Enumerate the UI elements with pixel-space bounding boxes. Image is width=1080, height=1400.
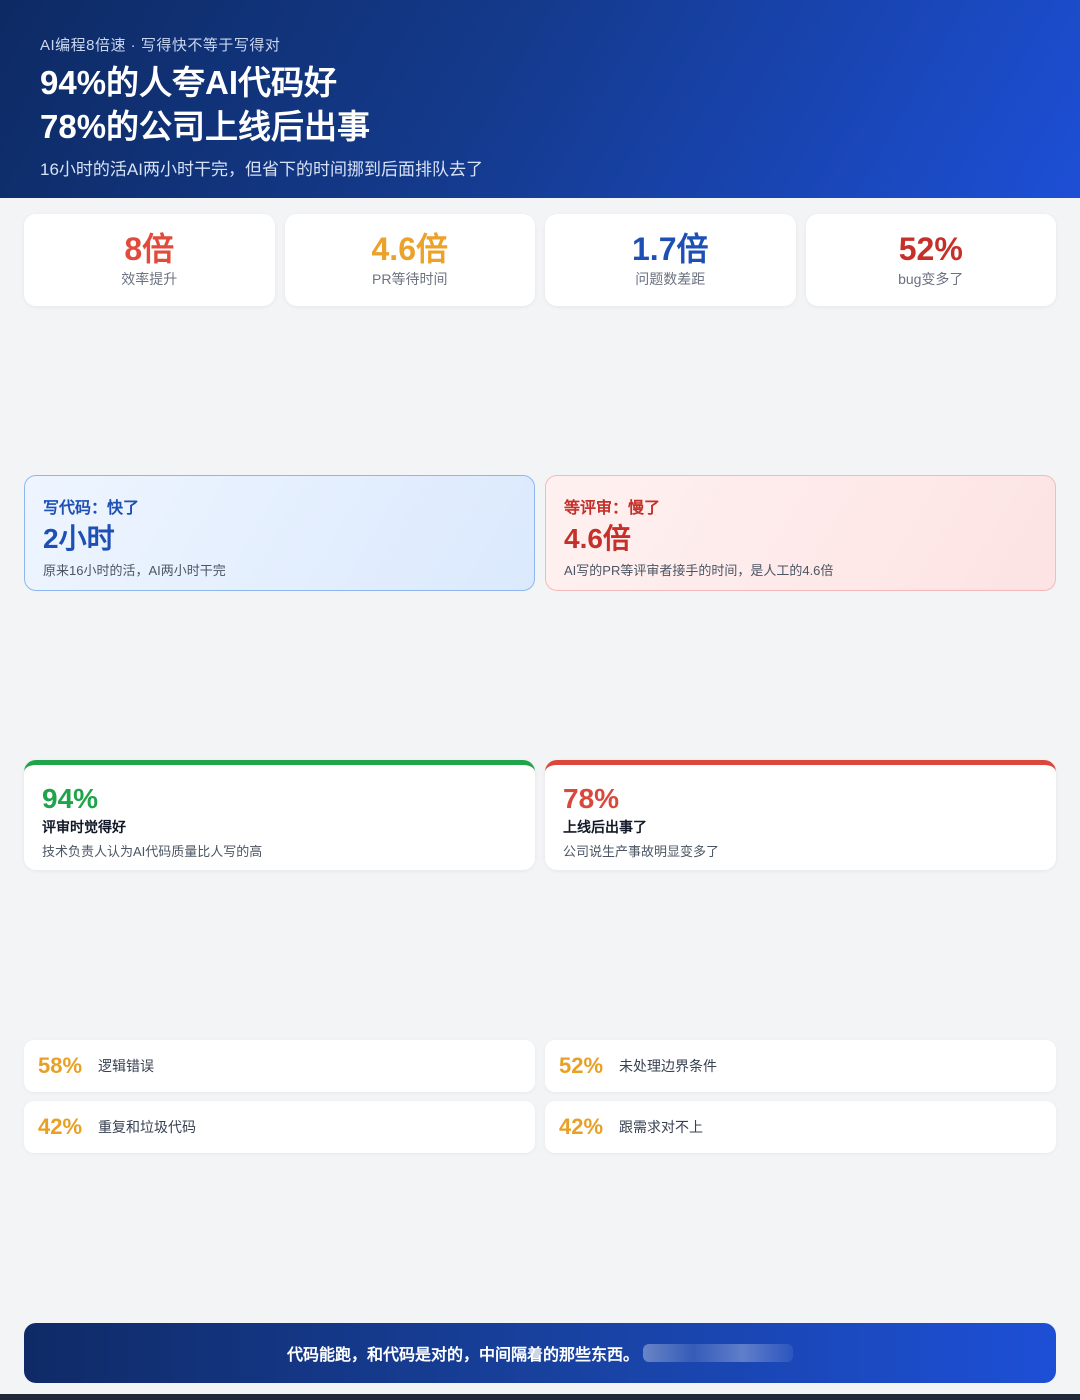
issue-percent: 58% — [38, 1053, 83, 1078]
header-kicker: AI编程8倍速 · 写得快不等于写得对 — [40, 37, 281, 54]
card-heading: 上线后出事了 — [563, 819, 647, 835]
speed-comparison: 写代码：快了 2小时 原来16小时的活，AI两小时干完 等评审：慢了 4.6倍 … — [24, 475, 1056, 591]
issue-label: 重复和垃圾代码 — [98, 1119, 196, 1135]
stat-card-pr-wait: 4.6倍 PR等待时间 — [284, 214, 535, 306]
card-heading: 等评审：慢了 — [564, 500, 661, 517]
stat-value: 52% — [898, 231, 963, 267]
stat-label: 效率提升 — [121, 271, 178, 287]
issue-percent: 42% — [559, 1114, 604, 1139]
stat-value: 4.6倍 — [371, 231, 449, 267]
issue-list: 58% 逻辑错误 52% 未处理边界条件 42% 重复和垃圾代码 42% 跟需求… — [24, 1040, 1056, 1153]
stat-card-efficiency: 8倍 效率提升 — [24, 214, 275, 306]
stat-label: bug变多了 — [898, 271, 964, 287]
header-banner: AI编程8倍速 · 写得快不等于写得对 94%的人夸AI代码好 78%的公司上线… — [0, 0, 1080, 198]
header-subtitle: 16小时的活AI两小时干完，但省下的时间挪到后面排队去了 — [40, 160, 483, 179]
list-item: 42% 重复和垃圾代码 — [24, 1101, 535, 1153]
stat-cards: 8倍 效率提升 4.6倍 PR等待时间 1.7倍 问题数差距 52% bug变多… — [24, 214, 1056, 306]
card-value: 94% — [42, 783, 99, 814]
card-description: AI写的PR等评审者接手的时间，是人工的4.6倍 — [564, 563, 834, 578]
list-item: 42% 跟需求对不上 — [545, 1101, 1056, 1153]
fast-coding-card: 写代码：快了 2小时 原来16小时的活，AI两小时干完 — [24, 475, 535, 591]
title-line-1: 94%的人夸AI代码好 — [40, 64, 338, 101]
card-value: 78% — [563, 783, 620, 814]
issue-label: 逻辑错误 — [98, 1058, 154, 1074]
slow-review-card: 等评审：慢了 4.6倍 AI写的PR等评审者接手的时间，是人工的4.6倍 — [545, 475, 1056, 591]
issue-label: 未处理边界条件 — [619, 1058, 717, 1074]
footer-banner: 代码能跑，和代码是对的，中间隔着的那些东西。 — [24, 1323, 1056, 1383]
card-value: 2小时 — [43, 523, 115, 554]
card-description: 公司说生产事故明显变多了 — [563, 844, 720, 859]
card-heading: 写代码：快了 — [43, 500, 140, 517]
issue-percent: 42% — [38, 1114, 83, 1139]
list-item: 52% 未处理边界条件 — [545, 1040, 1056, 1092]
stat-label: PR等待时间 — [372, 271, 448, 287]
card-value: 4.6倍 — [564, 523, 631, 554]
issue-percent: 52% — [559, 1053, 604, 1078]
stat-value: 8倍 — [124, 231, 175, 267]
stat-label: 问题数差距 — [635, 271, 706, 287]
issue-label: 跟需求对不上 — [619, 1119, 703, 1135]
production-incident-card: 78% 上线后出事了 公司说生产事故明显变多了 — [545, 760, 1056, 870]
bottom-divider — [0, 1394, 1080, 1400]
card-description: 原来16小时的活，AI两小时干完 — [43, 563, 226, 578]
review-positive-card: 94% 评审时觉得好 技术负责人认为AI代码质量比人写的高 — [24, 760, 535, 870]
card-description: 技术负责人认为AI代码质量比人写的高 — [42, 844, 263, 859]
stat-card-bugs: 52% bug变多了 — [805, 214, 1056, 306]
card-heading: 评审时觉得好 — [42, 819, 126, 835]
list-item: 58% 逻辑错误 — [24, 1040, 535, 1092]
opinion-comparison: 94% 评审时觉得好 技术负责人认为AI代码质量比人写的高 78% 上线后出事了… — [24, 760, 1056, 870]
stat-value: 1.7倍 — [632, 231, 709, 267]
page-title: 94%的人夸AI代码好 78%的公司上线后出事 — [40, 61, 1040, 149]
blurred-watermark — [643, 1344, 793, 1362]
footer-text: 代码能跑，和代码是对的，中间隔着的那些东西。 — [286, 1347, 639, 1364]
stat-card-issue-gap: 1.7倍 问题数差距 — [545, 214, 796, 306]
title-line-2: 78%的公司上线后出事 — [40, 108, 371, 145]
